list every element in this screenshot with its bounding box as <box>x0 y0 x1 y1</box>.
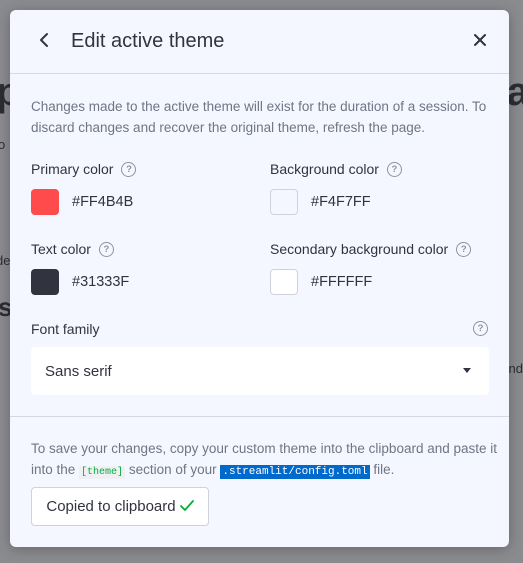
primary-color-value: #FF4B4B <box>72 194 134 210</box>
edit-theme-modal: Edit active theme Changes made to the ac… <box>10 10 509 547</box>
close-button[interactable] <box>471 33 489 51</box>
save-text-middle: section of your <box>125 462 221 477</box>
text-color-value: #31333F <box>72 274 130 290</box>
font-family-label: Font family <box>31 321 100 337</box>
help-icon[interactable]: ? <box>473 321 488 336</box>
secondary-background-color-value: #FFFFFF <box>311 274 373 290</box>
background-text-fragment: o <box>0 137 6 152</box>
modal-title: Edit active theme <box>71 30 225 52</box>
help-icon[interactable]: ? <box>456 241 472 257</box>
help-icon[interactable]: ? <box>98 241 114 257</box>
background-color-label: Background color ? <box>270 161 402 177</box>
copy-button-label: Copied to clipboard <box>46 498 176 515</box>
modal-header: Edit active theme <box>10 10 509 74</box>
dropdown-arrow-icon <box>463 368 471 373</box>
help-icon[interactable]: ? <box>386 161 402 177</box>
save-instructions: To save your changes, copy your custom t… <box>31 438 501 483</box>
font-family-selected-value: Sans serif <box>45 362 112 380</box>
background-text-fragment-2: de <box>0 253 11 268</box>
back-arrow-icon <box>38 32 50 53</box>
text-color-label-text: Text color <box>31 241 91 257</box>
secondary-background-color-label-text: Secondary background color <box>270 241 449 257</box>
divider <box>10 416 509 417</box>
check-icon <box>179 497 194 517</box>
primary-color-label-text: Primary color <box>31 161 114 177</box>
theme-section-code: [theme] <box>79 466 126 479</box>
secondary-background-color-label: Secondary background color ? <box>270 241 472 257</box>
background-color-value: #F4F7FF <box>311 194 371 210</box>
background-text-fragment-3: nd <box>508 361 523 376</box>
font-family-select[interactable]: Sans serif <box>31 347 489 395</box>
copy-theme-button[interactable]: Copied to clipboard <box>31 487 209 526</box>
background-color-swatch[interactable] <box>270 189 298 215</box>
primary-color-swatch[interactable] <box>31 189 59 215</box>
back-button[interactable] <box>34 32 54 52</box>
close-icon <box>474 33 486 51</box>
help-icon[interactable]: ? <box>121 161 137 177</box>
text-color-label: Text color ? <box>31 241 114 257</box>
modal-description: Changes made to the active theme will ex… <box>31 99 487 135</box>
primary-color-label: Primary color ? <box>31 161 137 177</box>
background-color-label-text: Background color <box>270 161 379 177</box>
save-text-after: file. <box>369 462 395 477</box>
config-file-code: .streamlit/config.toml <box>220 465 370 479</box>
secondary-background-color-swatch[interactable] <box>270 269 298 295</box>
text-color-swatch[interactable] <box>31 269 59 295</box>
